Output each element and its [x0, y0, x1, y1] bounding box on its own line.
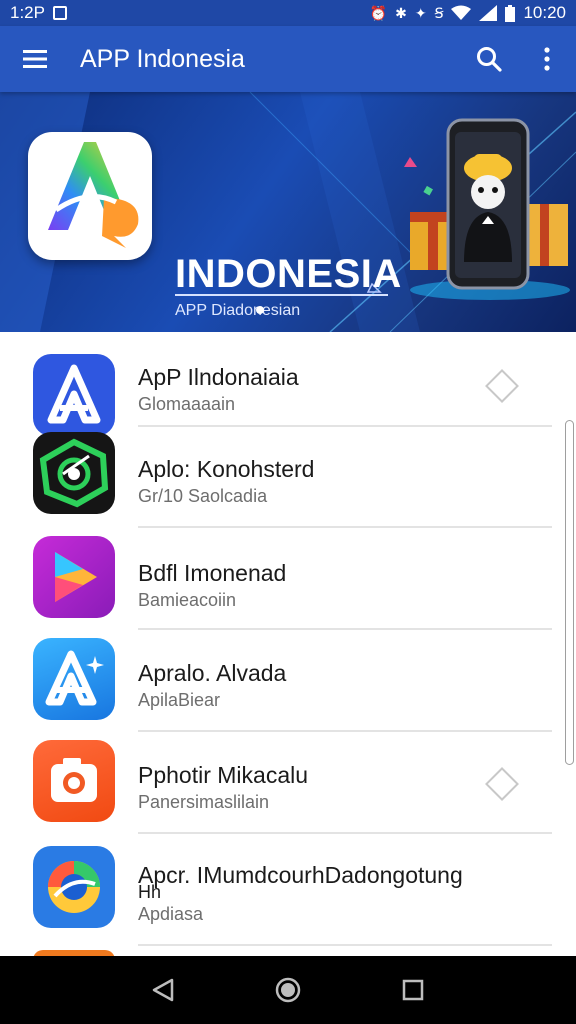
battery-icon: [505, 4, 516, 22]
app-subtitle: Bamieacoiin: [138, 590, 237, 610]
more-vert-icon: [544, 47, 550, 71]
list-scrollbar[interactable]: [565, 420, 574, 765]
app-name-line2: Hh: [138, 882, 162, 902]
row-divider: [138, 526, 552, 528]
colorful-swirl-icon: [33, 846, 115, 928]
signal-icon: [479, 5, 498, 21]
banner-title: INDONESIA: [175, 252, 402, 296]
row-divider: [138, 425, 552, 427]
row-divider: [138, 628, 552, 630]
recents-square-icon: [403, 979, 424, 1001]
phone-screen: 1:2P ⏰ ✱ ✦ Ꞩ 10:20 APP Indonesia INDONES…: [0, 0, 576, 1024]
app-name: Aplo: Konohsterd: [138, 456, 315, 482]
diamond-icon[interactable]: [485, 369, 519, 403]
search-icon: [477, 47, 502, 72]
app-subtitle: Apdiasa: [138, 904, 204, 924]
alarm-icon: ⏰: [369, 5, 388, 21]
app-name: Apcr. IMumdcourhDadongotung: [138, 862, 463, 888]
banner-subtitle: APP Diadonesian: [175, 302, 301, 319]
home-circle-icon: [275, 977, 301, 1003]
app-subtitle: ApilaBiear: [138, 690, 221, 710]
play-triangle-icon: [33, 536, 115, 618]
wifi-icon: [451, 5, 472, 20]
nfc-icon: Ꞩ: [434, 5, 444, 21]
app-subtitle: Gr/10 Saolcadia: [138, 486, 268, 506]
app-subtitle: Panersimaslilain: [138, 792, 270, 812]
app-name: Pphotir Mikacalu: [138, 762, 309, 788]
banner-divider: [175, 294, 388, 296]
list-item[interactable]: ApP Ilndonaiaia Glomaaaain: [0, 332, 576, 436]
app-list: ApP Ilndonaiaia Glomaaaain Aplo: Konohst…: [0, 332, 576, 956]
app-store-a-icon: [33, 638, 115, 720]
phone-mascot-illustration: [410, 118, 570, 300]
back-button[interactable]: [139, 966, 187, 1014]
diamond-icon[interactable]: [485, 767, 519, 801]
back-triangle-icon: [152, 978, 173, 1002]
status-time: 1:2P: [10, 3, 45, 22]
list-item[interactable]: Apralo. Alvada ApilaBiear: [0, 632, 576, 732]
more-options-button[interactable]: [518, 26, 576, 92]
list-item[interactable]: Apcr. IMumdcourhDadongotung Hh Apdiasa: [0, 836, 576, 946]
colorful-a-logo-icon: [48, 142, 139, 248]
app-name: Apralo. Alvada: [138, 660, 287, 686]
menu-button[interactable]: [0, 26, 70, 92]
hamburger-menu-icon: [23, 50, 47, 68]
app-subtitle: Glomaaaain: [138, 394, 236, 414]
status-bar: 1:2P ⏰ ✱ ✦ Ꞩ 10:20: [0, 0, 576, 26]
list-item[interactable]: Bdfl Imonenad Bamieacoiin: [0, 530, 576, 630]
vibrate-icon: ✦: [414, 5, 427, 21]
banner-app-logo: [28, 132, 152, 260]
featured-banner[interactable]: INDONESIA APP Diadonesian: [0, 92, 576, 332]
navigation-bar: [0, 956, 576, 1024]
list-item[interactable]: [0, 946, 576, 956]
home-button[interactable]: [264, 966, 312, 1014]
camera-icon: [33, 740, 115, 822]
banner-page-indicator[interactable]: [256, 306, 264, 314]
app-bar: APP Indonesia: [0, 26, 576, 92]
recents-button[interactable]: [389, 966, 437, 1014]
app-name: Bdfl Imonenad: [138, 560, 287, 586]
search-button[interactable]: [460, 26, 518, 92]
bluetooth-icon: ✱: [395, 5, 407, 21]
status-clock-right: 10:20: [523, 3, 566, 22]
app-title: APP Indonesia: [80, 44, 245, 73]
row-divider: [138, 832, 552, 834]
app-name: ApP Ilndonaiaia: [138, 364, 299, 390]
letter-a-blue-icon: [33, 354, 115, 436]
row-divider: [138, 730, 552, 732]
image-icon: [52, 6, 67, 20]
green-eye-icon: [33, 432, 115, 514]
list-item[interactable]: Pphotir Mikacalu Panersimaslilain: [0, 734, 576, 834]
list-item[interactable]: Aplo: Konohsterd Gr/10 Saolcadia: [0, 428, 576, 528]
